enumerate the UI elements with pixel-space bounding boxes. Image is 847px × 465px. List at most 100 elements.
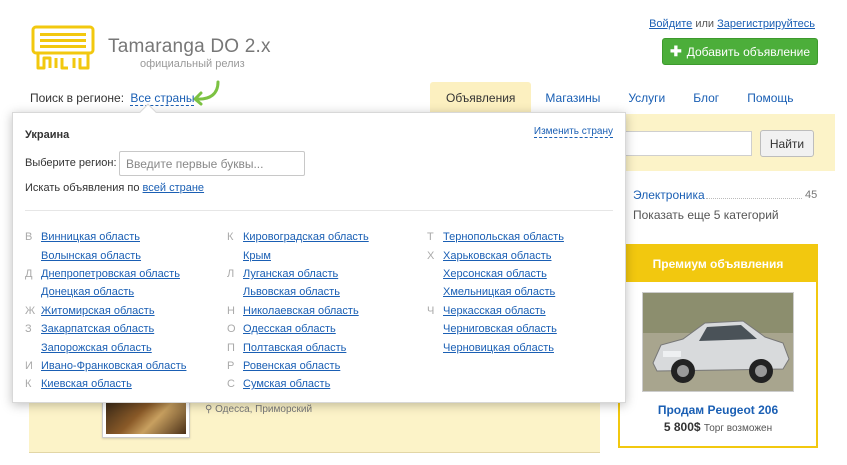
- tab-shops[interactable]: Магазины: [531, 82, 614, 114]
- region-column-3: Т Тернопольская область Х Харьковская облас…: [427, 228, 564, 357]
- region-row: К Кировоградская область: [227, 228, 369, 246]
- region-link[interactable]: Черновицкая область: [443, 342, 554, 354]
- category-count: 45: [805, 189, 818, 201]
- region-letter: Т: [427, 231, 434, 244]
- region-letter: Ж: [25, 304, 36, 317]
- brand-subtitle: официальный релиз: [140, 58, 245, 70]
- change-country-link[interactable]: Изменить страну: [533, 126, 613, 138]
- region-link[interactable]: Херсонская область: [443, 268, 547, 280]
- region-link[interactable]: Волынская область: [41, 250, 141, 262]
- region-row: Донецкая область: [25, 283, 186, 301]
- category-link[interactable]: Электроника: [633, 188, 705, 202]
- show-more-categories[interactable]: Показать еще 5 категорий: [633, 208, 779, 222]
- region-row: Хмельницкая область: [427, 283, 564, 301]
- region-link[interactable]: Харьковская область: [443, 250, 552, 262]
- tab-blog[interactable]: Блог: [679, 82, 733, 114]
- region-link[interactable]: Одесская область: [243, 323, 336, 335]
- price-value: 5 800$: [663, 420, 701, 434]
- hint-arrow-icon: [193, 80, 220, 106]
- region-link[interactable]: Днепропетровская область: [41, 268, 180, 280]
- region-row: Львовская область: [227, 283, 369, 301]
- tab-help[interactable]: Помощь: [733, 82, 807, 114]
- plus-icon: ✚: [669, 43, 682, 59]
- region-link[interactable]: Львовская область: [243, 286, 340, 298]
- region-row: Черновицкая область: [427, 338, 564, 356]
- region-link[interactable]: Донецкая область: [41, 286, 134, 298]
- region-link[interactable]: Киевская область: [41, 378, 132, 390]
- region-letter: Х: [427, 249, 435, 262]
- region-link[interactable]: Хмельницкая область: [443, 286, 555, 298]
- category-dots: [706, 198, 802, 199]
- row-divider: [29, 452, 600, 453]
- tab-listings[interactable]: Объявления: [430, 82, 532, 114]
- region-selector-link[interactable]: Все страны: [130, 91, 195, 106]
- region-link[interactable]: Полтавская область: [243, 342, 346, 354]
- region-row: Крым: [227, 246, 369, 264]
- region-link[interactable]: Ровенская область: [243, 360, 340, 372]
- find-button[interactable]: Найти: [760, 130, 814, 157]
- listing-location: ⚲ Одесса, Приморский: [205, 404, 312, 415]
- region-search-input[interactable]: [119, 151, 305, 176]
- region-link[interactable]: Житомирская область: [41, 305, 155, 317]
- search-region-label: Поиск в регионе:: [30, 91, 125, 105]
- region-row: Н Николаевская область: [227, 302, 369, 320]
- add-listing-label: Добавить объявление: [686, 44, 811, 59]
- premium-car-image[interactable]: [642, 292, 794, 392]
- all-country-link[interactable]: всей стране: [143, 182, 205, 194]
- region-row: Черниговская область: [427, 320, 564, 338]
- region-letter: Ч: [427, 304, 435, 317]
- region-letter: В: [25, 231, 33, 244]
- region-link[interactable]: Закарпатская область: [41, 323, 154, 335]
- add-listing-button[interactable]: ✚ Добавить объявление: [662, 38, 818, 65]
- region-link[interactable]: Тернопольская область: [443, 231, 564, 243]
- choose-region-label: Выберите регион:: [25, 157, 117, 169]
- premium-item-title[interactable]: Продам Peugeot 206: [620, 403, 816, 417]
- site-logo[interactable]: [30, 24, 96, 72]
- region-letter: К: [227, 231, 234, 244]
- region-column-1: В Винницкая область Волынская область Д Днеп…: [25, 228, 186, 394]
- region-link[interactable]: Ивано-Франковская область: [41, 360, 186, 372]
- region-letter: Д: [25, 267, 33, 280]
- premium-item-price: 5 800$ Торг возможен: [620, 420, 816, 434]
- auth-links: Войдите или Зарегистрируйтесь: [649, 18, 815, 30]
- login-link[interactable]: Войдите: [649, 18, 692, 30]
- search-input[interactable]: [614, 131, 752, 156]
- popup-country: Украина: [25, 129, 70, 141]
- region-letter: Н: [227, 304, 235, 317]
- region-link[interactable]: Сумская область: [243, 378, 330, 390]
- region-row: К Киевская область: [25, 375, 186, 393]
- premium-block: Премиум объявления Продам Peugeot 206 5 …: [618, 244, 818, 448]
- region-link[interactable]: Николаевская область: [243, 305, 359, 317]
- region-link[interactable]: Черниговская область: [443, 323, 557, 335]
- region-letter: С: [227, 378, 235, 391]
- region-letter: И: [25, 359, 33, 372]
- region-letter: З: [25, 323, 32, 336]
- region-link[interactable]: Запорожская область: [41, 342, 152, 354]
- region-row: Ч Черкасская область: [427, 302, 564, 320]
- region-row: Волынская область: [25, 246, 186, 264]
- region-row: О Одесская область: [227, 320, 369, 338]
- all-country-line: Искать объявления по всей стране: [25, 182, 204, 194]
- region-popup: Украина Изменить страну Выберите регион:…: [12, 112, 626, 403]
- listing-photo: [106, 402, 186, 434]
- region-row: Т Тернопольская область: [427, 228, 564, 246]
- region-link[interactable]: Луганская область: [243, 268, 338, 280]
- region-link[interactable]: Кировоградская область: [243, 231, 369, 243]
- region-link[interactable]: Винницкая область: [41, 231, 140, 243]
- main-nav: Объявления Магазины Услуги Блог Помощь: [430, 82, 808, 114]
- auth-or: или: [695, 18, 715, 30]
- region-column-2: К Кировоградская область Крым Л Луганская об…: [227, 228, 369, 394]
- region-row: З Закарпатская область: [25, 320, 186, 338]
- region-link[interactable]: Черкасская область: [443, 305, 546, 317]
- region-link[interactable]: Крым: [243, 250, 271, 262]
- brand-name[interactable]: Tamaranga DO 2.x: [108, 36, 271, 58]
- region-row: Д Днепропетровская область: [25, 265, 186, 283]
- region-row: И Ивано-Франковская область: [25, 357, 186, 375]
- tab-services[interactable]: Услуги: [614, 82, 679, 114]
- region-row: С Сумская область: [227, 375, 369, 393]
- region-row: Ж Житомирская область: [25, 302, 186, 320]
- register-link[interactable]: Зарегистрируйтесь: [717, 18, 815, 30]
- listing-thumbnail[interactable]: [102, 398, 190, 438]
- region-letter: П: [227, 341, 235, 354]
- region-row: Херсонская область: [427, 265, 564, 283]
